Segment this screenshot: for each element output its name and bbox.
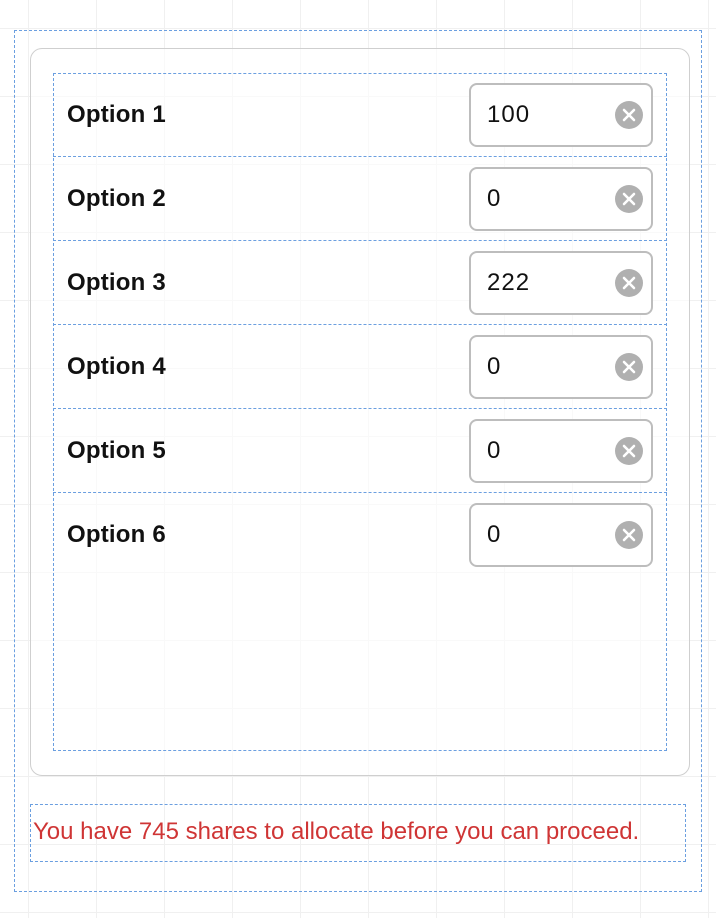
clear-input-button[interactable] (615, 521, 643, 549)
option-input-wrap (469, 419, 653, 483)
option-row: Option 2 (53, 157, 667, 241)
clear-input-button[interactable] (615, 269, 643, 297)
option-label: Option 5 (67, 437, 166, 465)
option-list: Option 1 Option 2 Option 3 (53, 73, 667, 577)
clear-icon (622, 108, 636, 122)
status-guide: You have 745 shares to allocate before y… (30, 804, 686, 862)
option-input-wrap (469, 83, 653, 147)
clear-icon (622, 192, 636, 206)
option-label: Option 6 (67, 521, 166, 549)
canvas: Option 1 Option 2 Option 3 (0, 0, 716, 918)
option-row: Option 3 (53, 241, 667, 325)
option-row: Option 6 (53, 493, 667, 577)
option-label: Option 3 (67, 269, 166, 297)
clear-input-button[interactable] (615, 437, 643, 465)
clear-input-button[interactable] (615, 353, 643, 381)
option-row: Option 4 (53, 325, 667, 409)
option-label: Option 1 (67, 101, 166, 129)
option-input-wrap (469, 335, 653, 399)
clear-icon (622, 360, 636, 374)
option-input-wrap (469, 167, 653, 231)
clear-icon (622, 528, 636, 542)
option-row: Option 1 (53, 73, 667, 157)
clear-input-button[interactable] (615, 101, 643, 129)
allocation-card: Option 1 Option 2 Option 3 (30, 48, 690, 776)
option-row: Option 5 (53, 409, 667, 493)
status-message: You have 745 shares to allocate before y… (33, 813, 683, 851)
option-label: Option 4 (67, 353, 166, 381)
option-input-wrap (469, 251, 653, 315)
option-input-wrap (469, 503, 653, 567)
clear-icon (622, 444, 636, 458)
option-label: Option 2 (67, 185, 166, 213)
clear-icon (622, 276, 636, 290)
clear-input-button[interactable] (615, 185, 643, 213)
